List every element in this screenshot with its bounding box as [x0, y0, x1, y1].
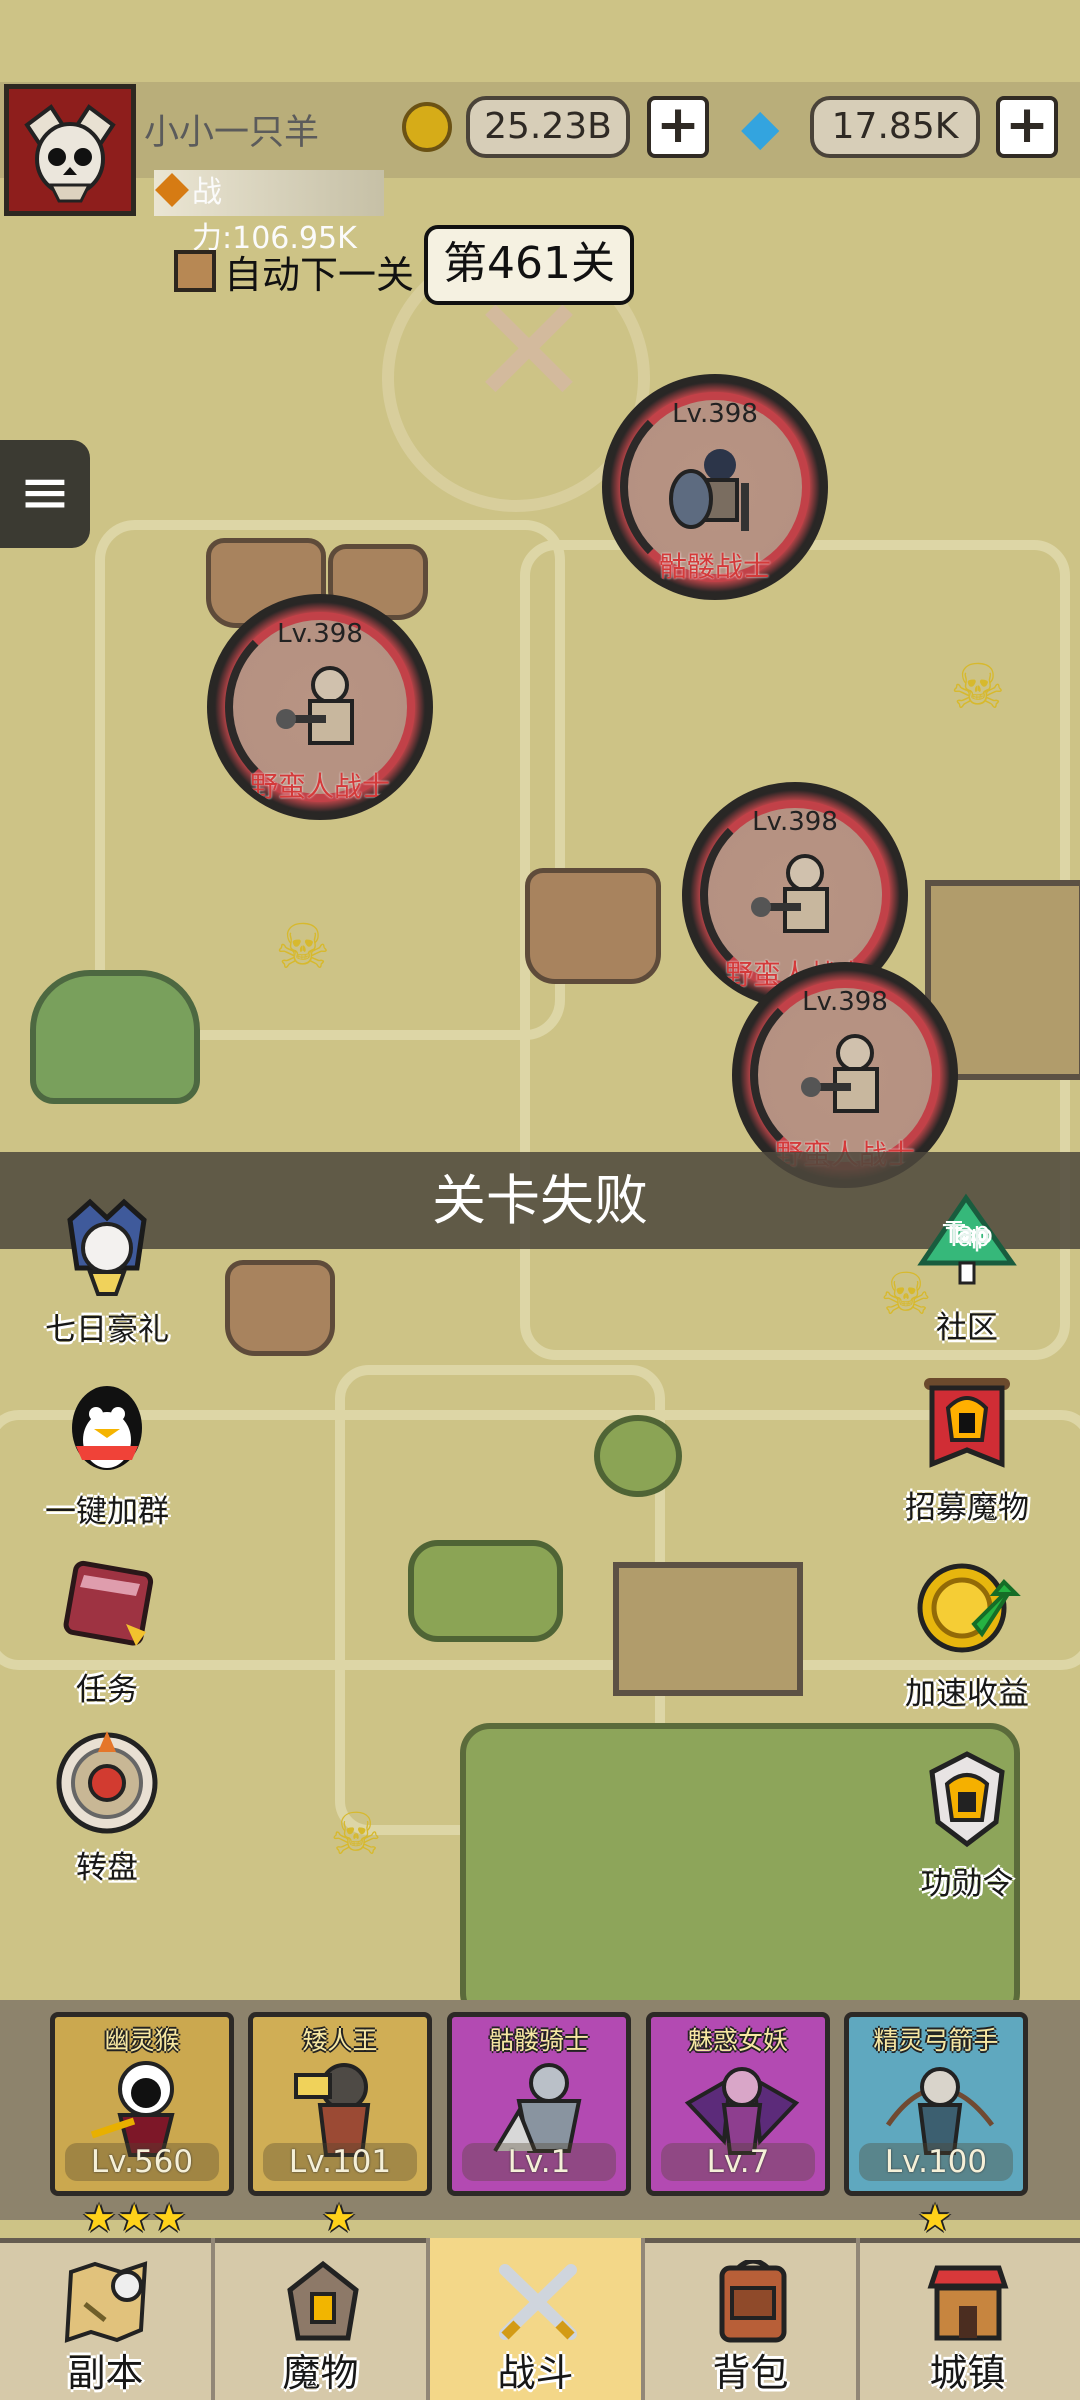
helmet-icon: [278, 2260, 368, 2344]
coin-balance: 25.23B: [466, 96, 630, 158]
recruit-monster-button[interactable]: 招募魔物: [882, 1368, 1052, 1527]
hero-card[interactable]: 骷髅骑士 Lv.1: [447, 2012, 631, 2196]
map-compass-icon: [63, 2260, 153, 2344]
nav-backpack[interactable]: 背包: [645, 2238, 860, 2400]
enemy-card[interactable]: Lv.398 骷髅战士: [602, 374, 828, 600]
enemy-level: Lv.398: [752, 807, 838, 837]
auto-next-checkbox[interactable]: [174, 250, 216, 292]
add-gems-button[interactable]: +: [996, 96, 1058, 158]
nav-label: 背包: [712, 2351, 789, 2395]
stage-number: 第461关: [424, 225, 634, 305]
side-menu-label: 一键加群: [45, 1494, 169, 1530]
stone-face: [30, 970, 200, 1104]
skull-icon: ☠: [950, 650, 1006, 723]
enemy-name: 骷髅战士: [658, 550, 771, 583]
hero-card[interactable]: 魅惑女妖 Lv.7: [646, 2012, 830, 2196]
hero-name: 矮人王: [302, 2026, 378, 2055]
player-avatar[interactable]: [4, 84, 136, 216]
side-menu-label: 社区: [936, 1310, 998, 1346]
speed-income-button[interactable]: 加速收益: [882, 1554, 1052, 1713]
hero-stars: ★: [918, 2196, 954, 2240]
bush: [408, 1540, 563, 1642]
backpack-icon: [708, 2260, 798, 2344]
nav-label: 城镇: [929, 2351, 1006, 2395]
red-banner-helmet-icon: [912, 1368, 1022, 1478]
nav-monsters[interactable]: 魔物: [215, 2238, 430, 2400]
tasks-button[interactable]: 任务: [22, 1550, 192, 1709]
side-menu-label: 加速收益: [905, 1676, 1029, 1712]
hero-name: 骷髅骑士: [488, 2026, 589, 2055]
skull-avatar-icon: [9, 89, 131, 211]
menu-button[interactable]: ≡: [0, 440, 90, 548]
hero-stars: ★: [322, 2196, 358, 2240]
skull-icon: ☠: [330, 1800, 382, 1868]
penguin-icon: [52, 1372, 162, 1482]
knight-gift-icon: [52, 1190, 162, 1300]
coin-icon: [402, 102, 452, 152]
rock: [225, 1260, 335, 1356]
barbarian-warrior-icon: [801, 1034, 879, 1113]
skeleton-warrior-icon: [669, 449, 749, 531]
enemy-name: 野蛮人战士: [249, 770, 390, 803]
join-group-button[interactable]: 一键加群: [22, 1372, 192, 1531]
hero-name: 魅惑女妖: [687, 2026, 788, 2055]
power-icon: [155, 173, 189, 207]
hero-name: 精灵弓箭手: [873, 2026, 999, 2055]
helmet-badge-icon: [912, 1744, 1022, 1854]
gem-balance: 17.85K: [810, 96, 980, 158]
merit-token-button[interactable]: 功勋令: [882, 1744, 1052, 1903]
nav-label: 副本: [67, 2351, 144, 2395]
bush: [594, 1415, 682, 1497]
nav-battle[interactable]: 战斗: [430, 2238, 645, 2400]
barbarian-warrior-icon: [751, 854, 829, 933]
book-icon: [52, 1550, 162, 1660]
hero-level: Lv.101: [263, 2143, 417, 2181]
coin-arrow-icon: [912, 1554, 1022, 1664]
hero-level: Lv.560: [65, 2143, 219, 2181]
gem-icon: ◆: [741, 98, 780, 156]
enemy-level: Lv.398: [802, 987, 888, 1017]
hero-level: Lv.100: [859, 2143, 1013, 2181]
shop-icon: [923, 2260, 1013, 2344]
power-display: 战力:106.95K: [154, 170, 384, 256]
side-menu-label: 功勋令: [920, 1866, 1014, 1902]
hero-card[interactable]: 矮人王 Lv.101: [248, 2012, 432, 2196]
hero-level: Lv.1: [462, 2143, 616, 2181]
nav-town[interactable]: 城镇: [860, 2238, 1075, 2400]
side-menu-label: 七日豪礼: [45, 1312, 169, 1348]
nav-label: 魔物: [282, 2351, 359, 2395]
menu-icon: ≡: [19, 455, 71, 528]
nav-label: 战斗: [497, 2351, 574, 2395]
svg-text:Tap: Tap: [945, 1220, 990, 1250]
crossed-swords-icon: [493, 2260, 583, 2344]
hero-card[interactable]: 幽灵猴 Lv.560: [50, 2012, 234, 2196]
seven-day-gift-button[interactable]: 七日豪礼: [22, 1190, 192, 1349]
tap-community-icon: Tap: [912, 1188, 1022, 1298]
dragon-bone-icon: ☠: [275, 910, 331, 983]
hero-level: Lv.7: [661, 2143, 815, 2181]
hero-stars: ★★★: [82, 2196, 188, 2240]
hero-name: 幽灵猴: [104, 2026, 180, 2055]
rock: [525, 868, 661, 984]
hero-card[interactable]: 精灵弓箭手 Lv.100: [844, 2012, 1028, 2196]
wheel-button[interactable]: 转盘: [22, 1728, 192, 1887]
enemy-level: Lv.398: [277, 619, 363, 649]
ruined-house: [613, 1562, 803, 1696]
enemy-level: Lv.398: [672, 399, 758, 429]
player-name: 小小一只羊: [144, 113, 320, 153]
nav-dungeon[interactable]: 副本: [0, 2238, 215, 2400]
barbarian-warrior-icon: [276, 666, 354, 745]
wheel-icon: [52, 1728, 162, 1838]
auto-next-label: 自动下一关: [224, 253, 415, 297]
community-button[interactable]: Tap 社区: [882, 1188, 1052, 1347]
enemy-card[interactable]: Lv.398 野蛮人战士: [207, 594, 433, 820]
side-menu-label: 招募魔物: [905, 1490, 1029, 1526]
add-coins-button[interactable]: +: [647, 96, 709, 158]
side-menu-label: 转盘: [76, 1850, 138, 1886]
side-menu-label: 任务: [76, 1672, 138, 1708]
